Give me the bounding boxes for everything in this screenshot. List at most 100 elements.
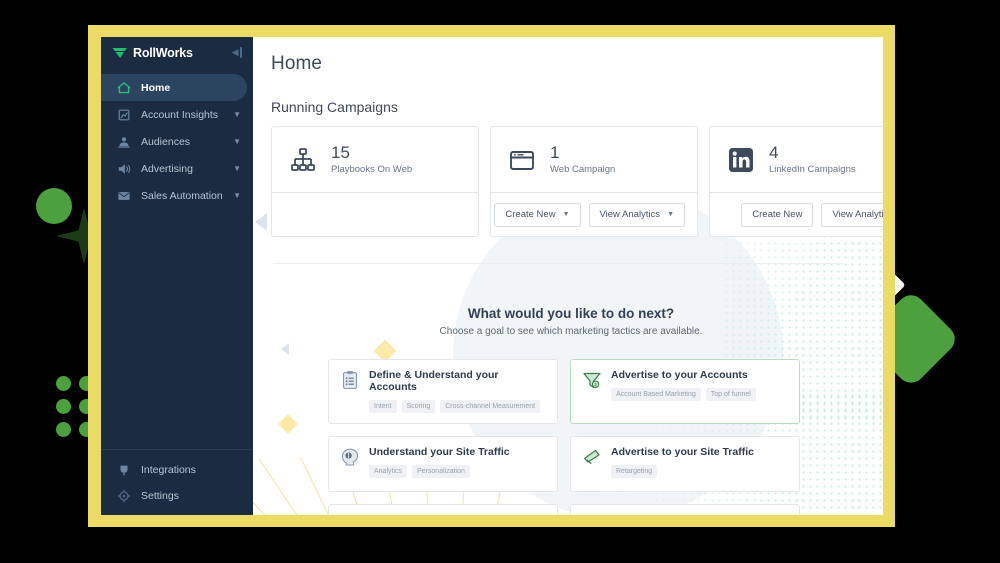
main-content: Home Running Campaigns 15 Playbooks On W… [253,37,883,515]
goal-card-body: Define & Understand your Accounts Intent… [369,369,546,413]
tag: Account Based Marketing [611,388,701,401]
sidebar-item-label: Advertising [141,162,193,175]
chevron-down-icon: ▼ [233,136,241,146]
chevron-down-icon: ▼ [233,190,241,200]
goal-card-partial-right[interactable] [570,504,800,515]
view-analytics-button[interactable]: View Analytics [821,202,883,227]
button-label: Create New [752,209,803,220]
page-title: Home [271,53,323,74]
goal-card-body: Advertise to your Accounts Account Based… [611,369,788,401]
hero-subheading: Choose a goal to see which marketing tac… [439,326,703,337]
sidebar-item-advertising[interactable]: Advertising ▼ [101,155,253,182]
sidebar-item-label: Account Insights [141,108,219,121]
create-new-button[interactable]: Create New ▼ [494,202,581,227]
goal-card-body: Understand your Site Traffic Analytics P… [369,446,546,478]
sidebar-item-label: Home [141,81,171,94]
button-label: Create New [505,209,556,220]
sidebar-item-label: Settings [141,490,179,502]
stat-card-header: 15 Playbooks On Web [272,127,478,192]
stat-card-actions [272,192,478,236]
create-new-button[interactable]: Create New [741,202,814,227]
chevron-down-icon: ▼ [233,163,241,173]
tag: Personalization [412,465,470,478]
goal-card-tags: Intent Scoring Cross-channel Measurement [369,400,546,413]
chart-icon [117,108,131,122]
tag: Scoring [401,400,436,413]
goal-card-understand-site-traffic[interactable]: Understand your Site Traffic Analytics P… [328,436,558,492]
stat-card-web-campaign: 1 Web Campaign Create New ▼ View Analyti… [490,126,698,237]
stat-label: Playbooks On Web [331,164,413,176]
hero-prompt: What would you like to do next? Choose a… [271,306,871,337]
sidebar-item-label: Integrations [141,464,196,476]
chevron-down-icon: ▼ [667,211,674,218]
stat-value: 1 [550,142,560,162]
tag: Analytics [369,465,408,478]
sidebar-logo-row: RollWorks ◀ [101,37,253,68]
goal-card-advertise-to-accounts[interactable]: $ Advertise to your Accounts Account Bas… [570,359,800,424]
head-profile-icon [340,447,360,467]
sidebar-item-audiences[interactable]: Audiences ▼ [101,128,253,155]
sidebar-item-account-insights[interactable]: Account Insights ▼ [101,101,253,128]
sidebar-item-home[interactable]: Home [101,74,247,101]
hero-heading: What would you like to do next? [467,306,675,321]
goal-card-tags: Account Based Marketing Top of funnel [611,388,788,401]
app-window: RollWorks ◀ Home Account Insights ▼ Audi… [101,37,883,515]
stat-card-playbooks-on-web: 15 Playbooks On Web [271,126,479,237]
stat-card-header: 1 Web Campaign [491,127,697,192]
gear-icon [117,489,131,503]
view-analytics-button[interactable]: View Analytics ▼ [588,202,685,227]
sidebar: RollWorks ◀ Home Account Insights ▼ Audi… [101,37,253,515]
yellow-frame: RollWorks ◀ Home Account Insights ▼ Audi… [88,25,895,527]
stat-value: 15 [331,142,350,162]
goal-card-define-understand-accounts[interactable]: Define & Understand your Accounts Intent… [328,359,558,424]
chevron-down-icon: ▼ [562,211,570,218]
goal-card-title: Advertise to your Accounts [611,369,748,381]
sidebar-item-label: Audiences [141,135,191,148]
envelope-icon [117,189,131,203]
stat-label: Web Campaign [550,164,616,176]
section-divider [273,263,843,264]
chevron-down-icon: ▼ [233,109,241,119]
stat-card-actions: Create New View Analytics [710,192,883,236]
goal-card-body: Advertise to your Site Traffic Retargeti… [611,446,788,478]
brand-name: RollWorks [133,45,193,60]
sidebar-nav: Home Account Insights ▼ Audiences ▼ Adve… [101,68,253,449]
people-icon [117,135,131,149]
goal-card-tags: Retargeting [611,465,788,478]
stat-label: LinkedIn Campaigns [769,164,856,176]
stat-card-header: 4 LinkedIn Campaigns [710,127,883,192]
goal-card-title: Advertise to your Site Traffic [611,446,754,458]
section-title-running-campaigns: Running Campaigns [271,99,398,115]
button-label: View Analytics [599,209,661,220]
sidebar-bottom-nav: Integrations Settings [101,449,253,515]
stat-card-actions: Create New ▼ View Analytics ▼ [491,192,697,236]
running-campaigns-cards: 15 Playbooks On Web 1 Web Campaign Creat… [271,126,883,237]
bullhorn-icon [582,447,602,467]
goal-card-advertise-to-site-traffic[interactable]: Advertise to your Site Traffic Retargeti… [570,436,800,492]
clipboard-icon [340,370,360,390]
stat-card-linkedin-campaigns: 4 LinkedIn Campaigns Create New View Ana… [709,126,883,237]
plug-icon [117,463,131,477]
tag: Intent [369,400,397,413]
sidebar-item-settings[interactable]: Settings [101,483,253,509]
sidebar-item-sales-automation[interactable]: Sales Automation ▼ [101,182,253,209]
tag: Retargeting [611,465,658,478]
main-inner: Home Running Campaigns 15 Playbooks On W… [253,37,883,515]
goal-card-title: Define & Understand your Accounts [369,369,499,393]
home-icon [117,81,131,95]
collapse-sidebar-icon[interactable]: ◀ [232,47,242,58]
goal-card-partial-left[interactable] [328,504,558,515]
goal-card-title: Understand your Site Traffic [369,446,510,458]
decor-green-circle [36,188,72,224]
goal-card-tags: Analytics Personalization [369,465,546,478]
funnel-icon: $ [582,370,602,390]
screenshot-root: RollWorks ◀ Home Account Insights ▼ Audi… [0,0,1000,563]
rollworks-logo-icon [112,47,128,59]
tag: Top of funnel [705,388,756,401]
sidebar-item-integrations[interactable]: Integrations [101,457,253,483]
browser-window-icon [508,146,536,174]
linkedin-icon [727,146,755,174]
sidebar-item-label: Sales Automation [141,189,223,202]
megaphone-icon [117,162,131,176]
sitemap-icon [289,146,317,174]
